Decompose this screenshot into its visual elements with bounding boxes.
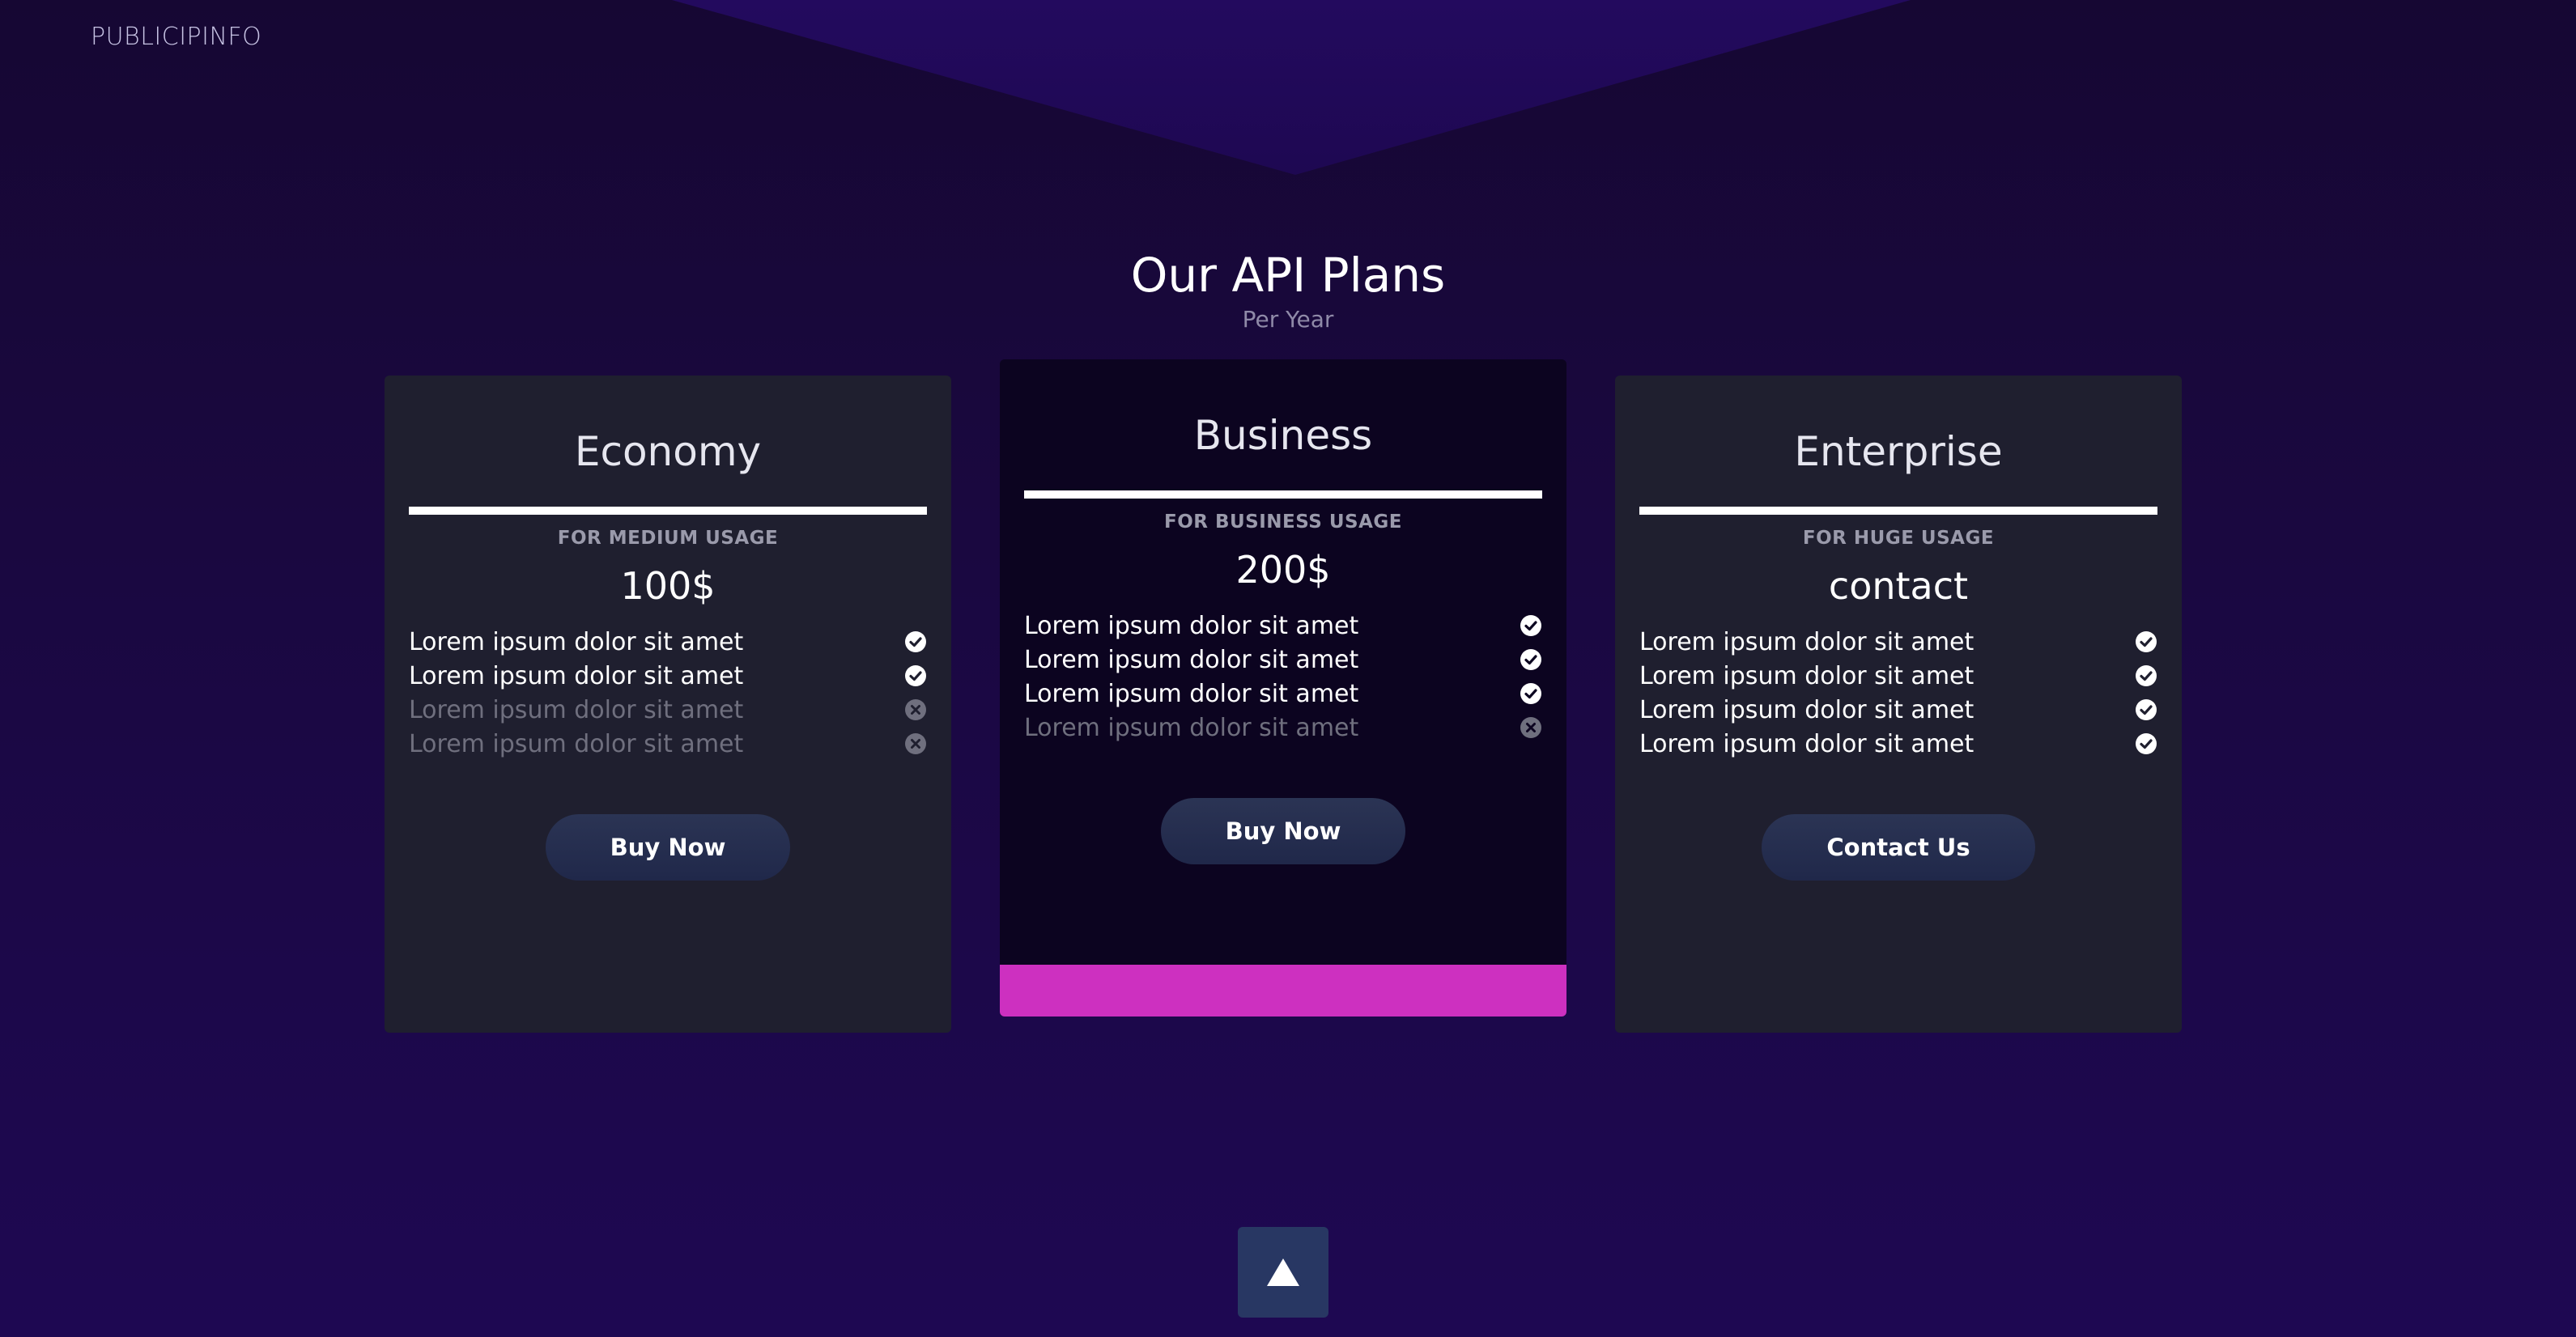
plan-card-business: Business FOR BUSINESS USAGE 200$ Lorem i…: [1000, 359, 1566, 1017]
plan-divider: [409, 507, 927, 515]
feature-list: Lorem ipsum dolor sit amet Lorem ipsum d…: [409, 625, 927, 761]
feature-text: Lorem ipsum dolor sit amet: [1024, 611, 1359, 640]
featured-accent-bar: [1000, 965, 1566, 1017]
feature-text: Lorem ipsum dolor sit amet: [1639, 661, 1975, 690]
feature-text: Lorem ipsum dolor sit amet: [1639, 627, 1975, 656]
feature-item: Lorem ipsum dolor sit amet: [1639, 727, 2157, 761]
buy-now-button[interactable]: Buy Now: [545, 814, 791, 881]
check-circle-icon: [1520, 615, 1541, 636]
plan-usage: FOR HUGE USAGE: [1802, 528, 1995, 549]
check-circle-icon: [905, 665, 926, 686]
header-wedge-decoration: [672, 0, 1911, 175]
arrow-up-icon: [1267, 1258, 1299, 1286]
plan-divider: [1024, 490, 1542, 499]
check-circle-icon: [2136, 631, 2157, 652]
x-circle-icon: [905, 699, 926, 720]
plan-usage: FOR BUSINESS USAGE: [1163, 511, 1402, 533]
feature-text: Lorem ipsum dolor sit amet: [409, 695, 744, 724]
feature-item: Lorem ipsum dolor sit amet: [1024, 677, 1542, 711]
feature-item-disabled: Lorem ipsum dolor sit amet: [409, 727, 927, 761]
feature-text: Lorem ipsum dolor sit amet: [1639, 729, 1975, 758]
x-circle-icon: [905, 733, 926, 754]
check-circle-icon: [1520, 649, 1541, 670]
button-wrap: Contact Us: [1639, 814, 2157, 881]
feature-text: Lorem ipsum dolor sit amet: [409, 661, 744, 690]
feature-item: Lorem ipsum dolor sit amet: [409, 625, 927, 659]
feature-text: Lorem ipsum dolor sit amet: [409, 627, 744, 656]
check-circle-icon: [905, 631, 926, 652]
feature-item: Lorem ipsum dolor sit amet: [1024, 643, 1542, 677]
feature-item: Lorem ipsum dolor sit amet: [1024, 609, 1542, 643]
feature-text: Lorem ipsum dolor sit amet: [1024, 679, 1359, 708]
check-circle-icon: [2136, 733, 2157, 754]
plan-price: 100$: [620, 564, 716, 608]
feature-item-disabled: Lorem ipsum dolor sit amet: [409, 693, 927, 727]
feature-item: Lorem ipsum dolor sit amet: [409, 659, 927, 693]
button-wrap: Buy Now: [1024, 798, 1542, 864]
plan-card-enterprise: Enterprise FOR HUGE USAGE contact Lorem …: [1615, 376, 2182, 1033]
feature-list: Lorem ipsum dolor sit amet Lorem ipsum d…: [1024, 609, 1542, 745]
plan-price: contact: [1828, 564, 1969, 608]
feature-list: Lorem ipsum dolor sit amet Lorem ipsum d…: [1639, 625, 2157, 761]
page-title: Our API Plans: [1130, 248, 1446, 303]
check-circle-icon: [2136, 699, 2157, 720]
buy-now-button[interactable]: Buy Now: [1160, 798, 1406, 864]
plan-name: Business: [1193, 412, 1373, 459]
x-circle-icon: [1520, 717, 1541, 738]
feature-text: Lorem ipsum dolor sit amet: [1639, 695, 1975, 724]
scroll-to-top-button[interactable]: [1238, 1227, 1328, 1318]
feature-text: Lorem ipsum dolor sit amet: [409, 729, 744, 758]
contact-us-button[interactable]: Contact Us: [1762, 814, 2035, 881]
feature-item: Lorem ipsum dolor sit amet: [1639, 693, 2157, 727]
plan-card-economy: Economy FOR MEDIUM USAGE 100$ Lorem ipsu…: [385, 376, 951, 1033]
check-circle-icon: [2136, 665, 2157, 686]
brand-logo[interactable]: PUBLICIPINFO: [91, 23, 261, 51]
feature-text: Lorem ipsum dolor sit amet: [1024, 713, 1359, 742]
plan-name: Economy: [574, 428, 762, 475]
plan-usage: FOR MEDIUM USAGE: [557, 528, 779, 549]
feature-item-disabled: Lorem ipsum dolor sit amet: [1024, 711, 1542, 745]
plan-divider: [1639, 507, 2157, 515]
plan-name: Enterprise: [1794, 428, 2003, 475]
page-subtitle: Per Year: [1242, 306, 1334, 333]
feature-text: Lorem ipsum dolor sit amet: [1024, 645, 1359, 674]
check-circle-icon: [1520, 683, 1541, 704]
feature-item: Lorem ipsum dolor sit amet: [1639, 659, 2157, 693]
feature-item: Lorem ipsum dolor sit amet: [1639, 625, 2157, 659]
plan-price: 200$: [1235, 548, 1331, 592]
plans-heading: Our API Plans Per Year: [0, 243, 2576, 332]
button-wrap: Buy Now: [409, 814, 927, 881]
